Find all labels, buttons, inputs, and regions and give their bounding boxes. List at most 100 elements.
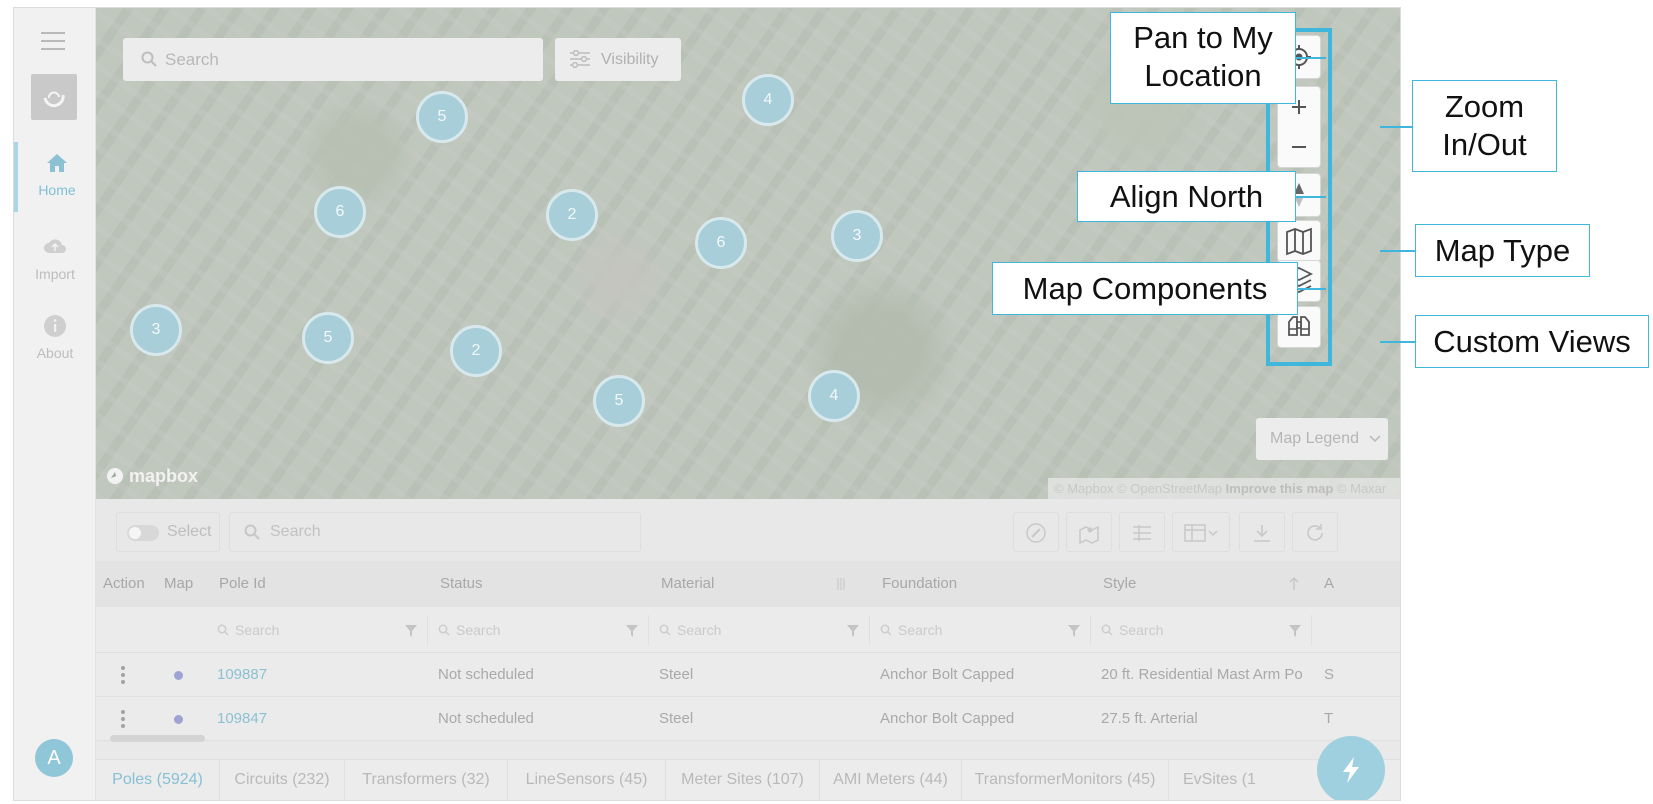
- column-header[interactable]: Action: [103, 561, 145, 607]
- sidebar-item-label: About: [36, 345, 74, 361]
- map-marker-dot[interactable]: [174, 715, 183, 724]
- download-button[interactable]: [1239, 512, 1285, 552]
- layer-tabs: Poles (5924) Circuits (232) Transformers…: [96, 759, 1400, 800]
- app-window: Home Import About A Search Visibility 5 …: [13, 7, 1401, 801]
- foundation-filter[interactable]: Search: [874, 615, 1091, 645]
- map-cluster[interactable]: 5: [302, 312, 354, 364]
- tab-circuits[interactable]: Circuits (232): [220, 760, 345, 800]
- table-layout-dropdown[interactable]: [1172, 512, 1230, 552]
- map-cluster[interactable]: 4: [742, 74, 794, 126]
- filter-icon[interactable]: [1068, 625, 1080, 637]
- edit-button[interactable]: [1013, 512, 1059, 552]
- callout-map-type: Map Type: [1415, 224, 1590, 277]
- improve-map-link[interactable]: Improve this map: [1226, 481, 1334, 496]
- filter-icon[interactable]: [405, 625, 417, 637]
- cloud-upload-icon: [44, 239, 66, 253]
- sort-arrow-icon[interactable]: [1289, 577, 1299, 591]
- tab-transformer-monitors[interactable]: TransformerMonitors (45): [962, 760, 1169, 800]
- search-icon: [217, 624, 229, 636]
- map-cluster[interactable]: 5: [416, 91, 468, 143]
- map-cluster[interactable]: 2: [546, 189, 598, 241]
- tab-evsites[interactable]: EvSites (1: [1169, 760, 1279, 800]
- map-cluster[interactable]: 6: [314, 186, 366, 238]
- map-cluster[interactable]: 3: [831, 210, 883, 262]
- refresh-button[interactable]: [1292, 512, 1338, 552]
- map-cluster[interactable]: 5: [593, 375, 645, 427]
- column-header[interactable]: Foundation: [882, 561, 957, 607]
- column-header[interactable]: Map: [164, 561, 193, 607]
- map-cluster[interactable]: 4: [808, 370, 860, 422]
- callout-map-components: Map Components: [992, 262, 1298, 315]
- pole-id-link[interactable]: 109887: [217, 653, 267, 697]
- sidebar-item-label: Home: [38, 182, 76, 198]
- quick-action-button[interactable]: [1317, 736, 1385, 800]
- material-filter[interactable]: Search: [653, 615, 870, 645]
- map-legend-button[interactable]: Map Legend: [1256, 418, 1388, 460]
- mapbox-icon: [107, 468, 123, 484]
- search-icon: [1101, 624, 1113, 636]
- table-icon: [1184, 524, 1218, 542]
- edit-icon: [1026, 523, 1046, 543]
- menu-icon[interactable]: [41, 32, 65, 52]
- toggle-switch[interactable]: [127, 525, 159, 541]
- lightning-icon: [1343, 757, 1359, 783]
- zoom-out-button[interactable]: [1278, 127, 1320, 167]
- column-header[interactable]: Pole Id: [219, 561, 266, 607]
- visibility-button[interactable]: Visibility: [555, 38, 681, 81]
- table-row[interactable]: 109847 Not scheduled Steel Anchor Bolt C…: [96, 697, 1400, 741]
- style-cell: 27.5 ft. Arterial: [1101, 710, 1198, 727]
- refresh-icon: [1307, 524, 1323, 541]
- column-header[interactable]: Style: [1103, 561, 1136, 607]
- map-cluster[interactable]: 2: [450, 325, 502, 377]
- map-attribution: © Mapbox © OpenStreetMap Improve this ma…: [1048, 478, 1400, 499]
- row-actions-icon[interactable]: [121, 710, 125, 731]
- material-cell: Steel: [659, 710, 694, 727]
- select-toggle[interactable]: Select: [116, 512, 220, 552]
- filter-icon[interactable]: [1289, 625, 1301, 637]
- style-filter[interactable]: Search: [1095, 615, 1312, 645]
- sidebar-item-about[interactable]: About: [14, 313, 96, 361]
- column-header[interactable]: Status: [440, 561, 483, 607]
- map-search-input[interactable]: Search: [123, 38, 543, 81]
- sidebar-item-import[interactable]: Import: [14, 234, 96, 282]
- tab-transformers[interactable]: Transformers (32): [345, 760, 508, 800]
- table-row[interactable]: 109887 Not scheduled Steel Anchor Bolt C…: [96, 653, 1400, 697]
- filter-icon[interactable]: [847, 625, 859, 637]
- table-header: Action Map Pole Id Status Material Found…: [96, 561, 1400, 607]
- pole-id-link[interactable]: 109847: [217, 697, 267, 741]
- style-cell: 20 ft. Residential Mast Arm Po: [1101, 666, 1303, 683]
- map-cluster[interactable]: 3: [130, 304, 182, 356]
- map-type-button[interactable]: [1278, 221, 1320, 261]
- tab-linesensors[interactable]: LineSensors (45): [508, 760, 666, 800]
- search-icon: [438, 624, 450, 636]
- callout-zoom: Zoom In/Out: [1412, 80, 1557, 172]
- horizontal-scrollbar[interactable]: [110, 735, 205, 742]
- map-select-button[interactable]: [1066, 512, 1112, 552]
- columns-button[interactable]: [1119, 512, 1165, 552]
- mapbox-logo[interactable]: mapbox: [106, 466, 198, 487]
- extra-cell: S: [1324, 666, 1335, 683]
- sidebar: Home Import About A: [14, 8, 96, 800]
- column-header[interactable]: A: [1324, 561, 1334, 607]
- info-icon: [44, 315, 66, 337]
- sidebar-item-home[interactable]: Home: [14, 142, 96, 212]
- map-cluster[interactable]: 6: [695, 217, 747, 269]
- column-header[interactable]: Material: [661, 561, 714, 607]
- search-icon: [880, 624, 892, 636]
- app-logo: [31, 74, 77, 120]
- avatar[interactable]: A: [35, 739, 73, 777]
- status-filter[interactable]: Search: [432, 615, 649, 645]
- map-icon: [1286, 227, 1312, 256]
- tab-poles[interactable]: Poles (5924): [96, 760, 220, 800]
- map-marker-dot[interactable]: [174, 671, 183, 680]
- download-icon: [1254, 525, 1270, 542]
- tab-ami-meters[interactable]: AMI Meters (44): [820, 760, 962, 800]
- column-resize-icon[interactable]: [836, 578, 846, 590]
- filter-icon[interactable]: [626, 625, 638, 637]
- tab-meter-sites[interactable]: Meter Sites (107): [666, 760, 820, 800]
- pole-id-filter[interactable]: Search: [211, 615, 428, 645]
- callout-pan-to-location: Pan to My Location: [1110, 12, 1296, 104]
- search-icon: [141, 51, 157, 67]
- table-search-input[interactable]: Search: [229, 512, 641, 552]
- row-actions-icon[interactable]: [121, 666, 125, 687]
